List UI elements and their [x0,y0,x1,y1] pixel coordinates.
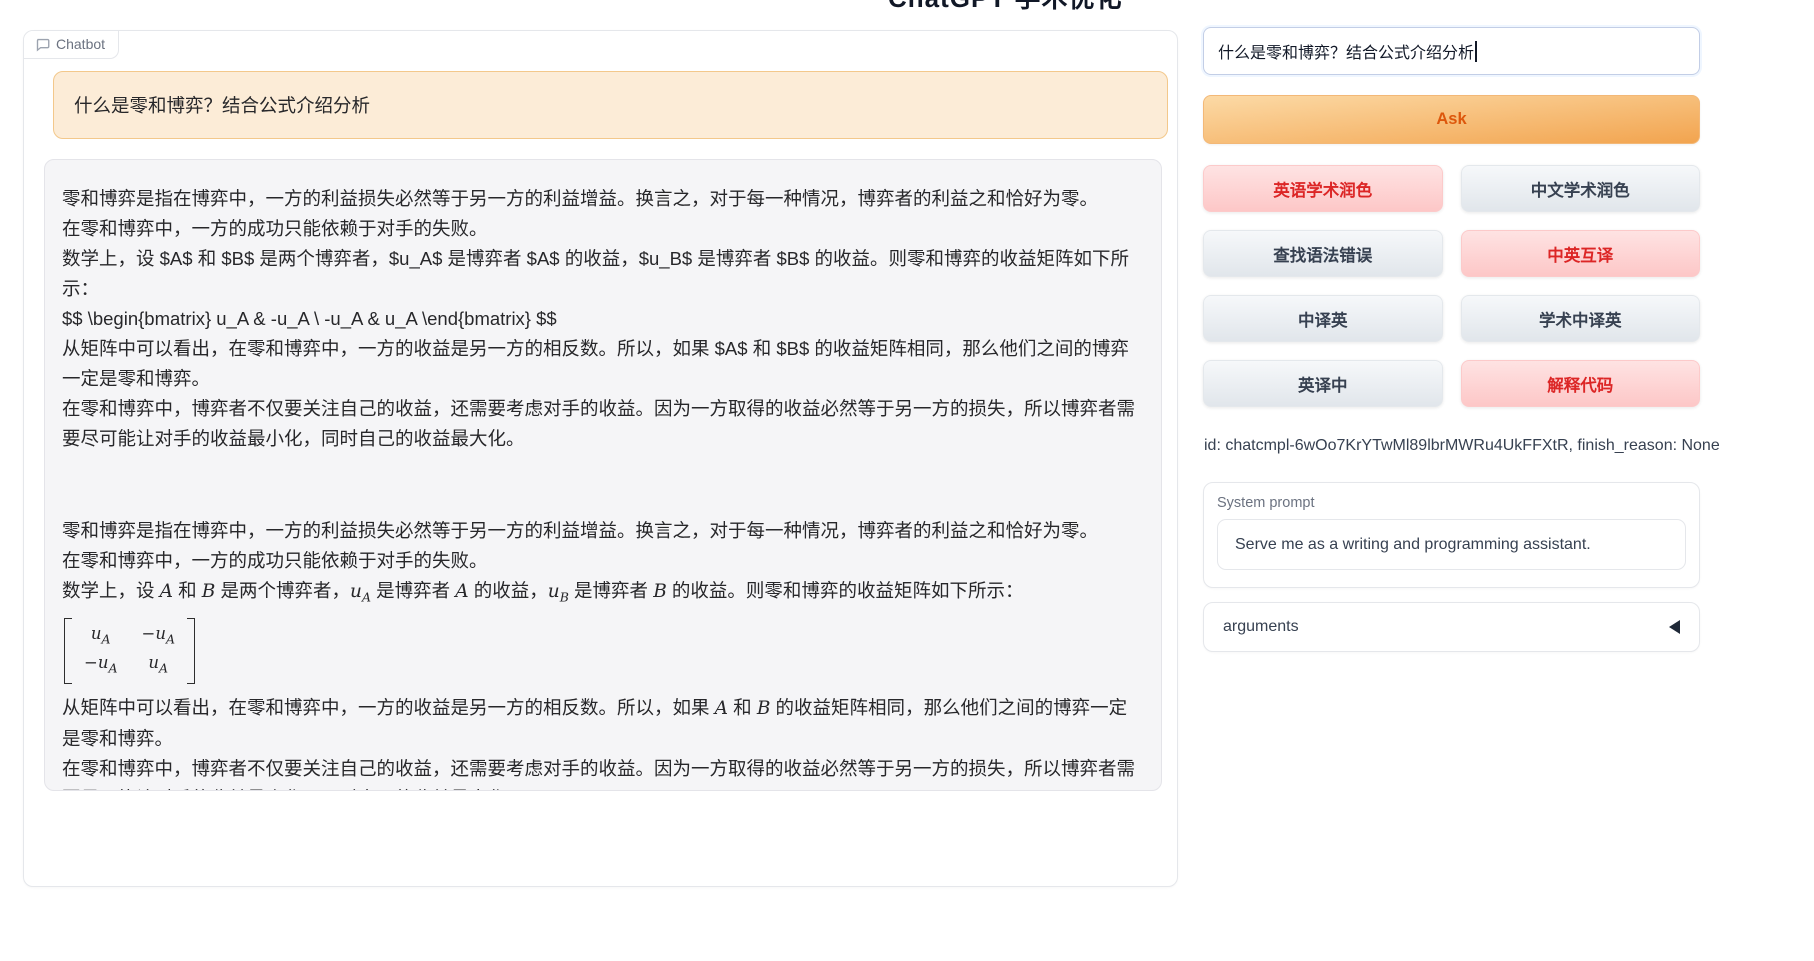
function-button-2[interactable]: 查找语法错误 [1203,230,1443,277]
chat-bubble-icon [35,37,50,52]
function-button-7[interactable]: 解释代码 [1461,360,1701,407]
function-button-3[interactable]: 中英互译 [1461,230,1701,277]
matrix-cells: uA−uA−uAuA [72,618,187,685]
page-title: ChatGPT 学术优化 [888,0,1122,15]
arguments-accordion-label: arguments [1223,618,1299,636]
matrix-cell: −uA [84,651,118,680]
user-message-text: 什么是零和博弈？结合公式介绍分析 [74,92,370,118]
chatbot-panel: Chatbot 什么是零和博弈？结合公式介绍分析 零和博弈是指在博弈中，一方的利… [23,30,1178,887]
bot-rendered-paragraph-c: 从矩阵中可以看出，在零和博弈中，一方的收益是另一方的相反数。所以，如果 A 和 … [62,693,1141,754]
matrix-left-bracket [64,618,72,685]
bot-rendered-paragraph-a: 零和博弈是指在博弈中，一方的利益损失必然等于另一方的利益增益。换言之，对于每一种… [62,516,1141,576]
chatbot-label: Chatbot [24,31,119,59]
function-button-5[interactable]: 学术中译英 [1461,295,1701,342]
arguments-accordion[interactable]: arguments [1203,602,1700,652]
question-input-value: 什么是零和博弈？结合公式介绍分析 [1218,39,1474,63]
matrix-cell: uA [142,651,176,680]
ask-button[interactable]: Ask [1203,95,1700,144]
system-prompt-label: System prompt [1217,495,1686,511]
function-button-4[interactable]: 中译英 [1203,295,1443,342]
status-text: id: chatcmpl-6wOo7KrYTwMl89lbrMWRu4UkFFX… [1204,437,1720,455]
function-button-1[interactable]: 中文学术润色 [1461,165,1701,212]
system-prompt-card: System prompt [1203,482,1700,588]
bot-message-bubble: 零和博弈是指在博弈中，一方的利益损失必然等于另一方的利益增益。换言之，对于每一种… [44,159,1162,791]
matrix-cell: uA [84,622,118,651]
bot-rendered-paragraph-d: 在零和博弈中，博弈者不仅要关注自己的收益，还需要考虑对手的收益。因为一方取得的收… [62,754,1141,791]
matrix-cell: −uA [142,622,176,651]
text-cursor [1475,41,1477,62]
bot-rendered-paragraph-b: 数学上，设 A 和 B 是两个博弈者，uA 是博弈者 A 的收益，uB 是博弈者… [62,576,1141,613]
payoff-matrix: uA−uA−uAuA [64,618,195,685]
accordion-collapse-icon [1669,620,1680,634]
chatbot-label-text: Chatbot [56,36,105,52]
user-message-bubble: 什么是零和博弈？结合公式介绍分析 [53,71,1168,139]
matrix-right-bracket [187,618,195,685]
question-input[interactable]: 什么是零和博弈？结合公式介绍分析 [1203,27,1700,75]
system-prompt-input[interactable] [1217,519,1686,570]
function-button-grid: 英语学术润色中文学术润色查找语法错误中英互译中译英学术中译英英译中解释代码 [1203,165,1700,407]
bot-message-gap [62,454,1141,516]
function-button-6[interactable]: 英译中 [1203,360,1443,407]
function-button-0[interactable]: 英语学术润色 [1203,165,1443,212]
bot-raw-markdown: 零和博弈是指在博弈中，一方的利益损失必然等于另一方的利益增益。换言之，对于每一种… [62,184,1141,454]
